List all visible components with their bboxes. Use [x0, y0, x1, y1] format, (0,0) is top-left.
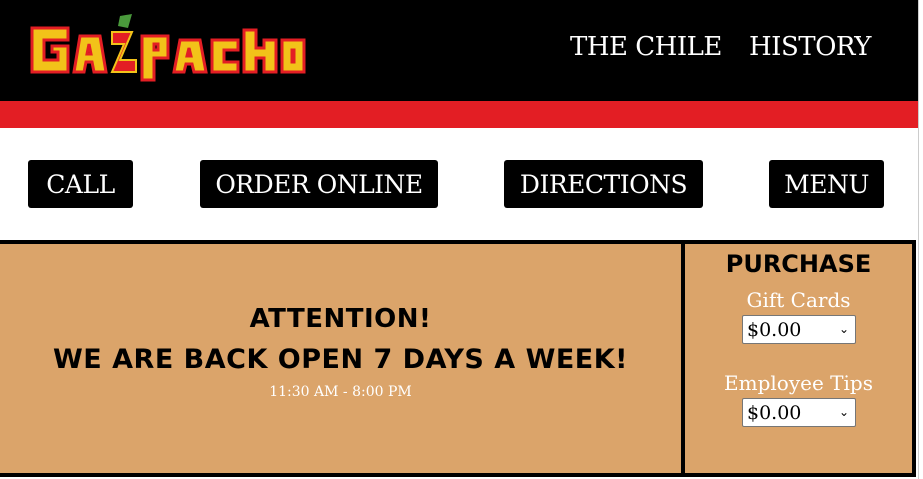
purchase-panel: PURCHASE Gift Cards $0.00 ⌄ Employee Tip… — [685, 240, 916, 477]
directions-button[interactable]: DIRECTIONS — [504, 160, 703, 208]
business-hours: 11:30 AM - 8:00 PM — [269, 384, 412, 400]
order-online-button[interactable]: ORDER ONLINE — [200, 160, 438, 208]
gift-cards-select[interactable]: $0.00 ⌄ — [742, 315, 856, 344]
nav-the-chile[interactable]: THE CHILE — [570, 32, 722, 62]
attention-heading: ATTENTION! — [249, 304, 432, 334]
employee-tips-value: $0.00 — [747, 401, 802, 424]
chevron-down-icon: ⌄ — [838, 405, 849, 419]
gazpacho-logo[interactable] — [28, 10, 308, 85]
page-scrollbar[interactable] — [918, 0, 923, 479]
gift-cards-label: Gift Cards — [746, 288, 851, 312]
call-button[interactable]: CALL — [28, 160, 133, 208]
chevron-down-icon: ⌄ — [838, 322, 849, 336]
gift-cards-value: $0.00 — [747, 318, 802, 341]
nav-history[interactable]: HISTORY — [749, 32, 871, 62]
menu-button[interactable]: MENU — [769, 160, 884, 208]
employee-tips-select[interactable]: $0.00 ⌄ — [742, 398, 856, 427]
red-divider-bar — [0, 101, 918, 128]
action-button-row: CALL ORDER ONLINE DIRECTIONS MENU — [0, 128, 918, 240]
site-header: THE CHILE HISTORY — [0, 0, 918, 101]
purchase-title: PURCHASE — [725, 250, 872, 278]
attention-panel: ATTENTION! WE ARE BACK OPEN 7 DAYS A WEE… — [0, 240, 685, 477]
open-days-notice: WE ARE BACK OPEN 7 DAYS A WEEK! — [53, 344, 628, 375]
employee-tips-label: Employee Tips — [724, 371, 873, 395]
